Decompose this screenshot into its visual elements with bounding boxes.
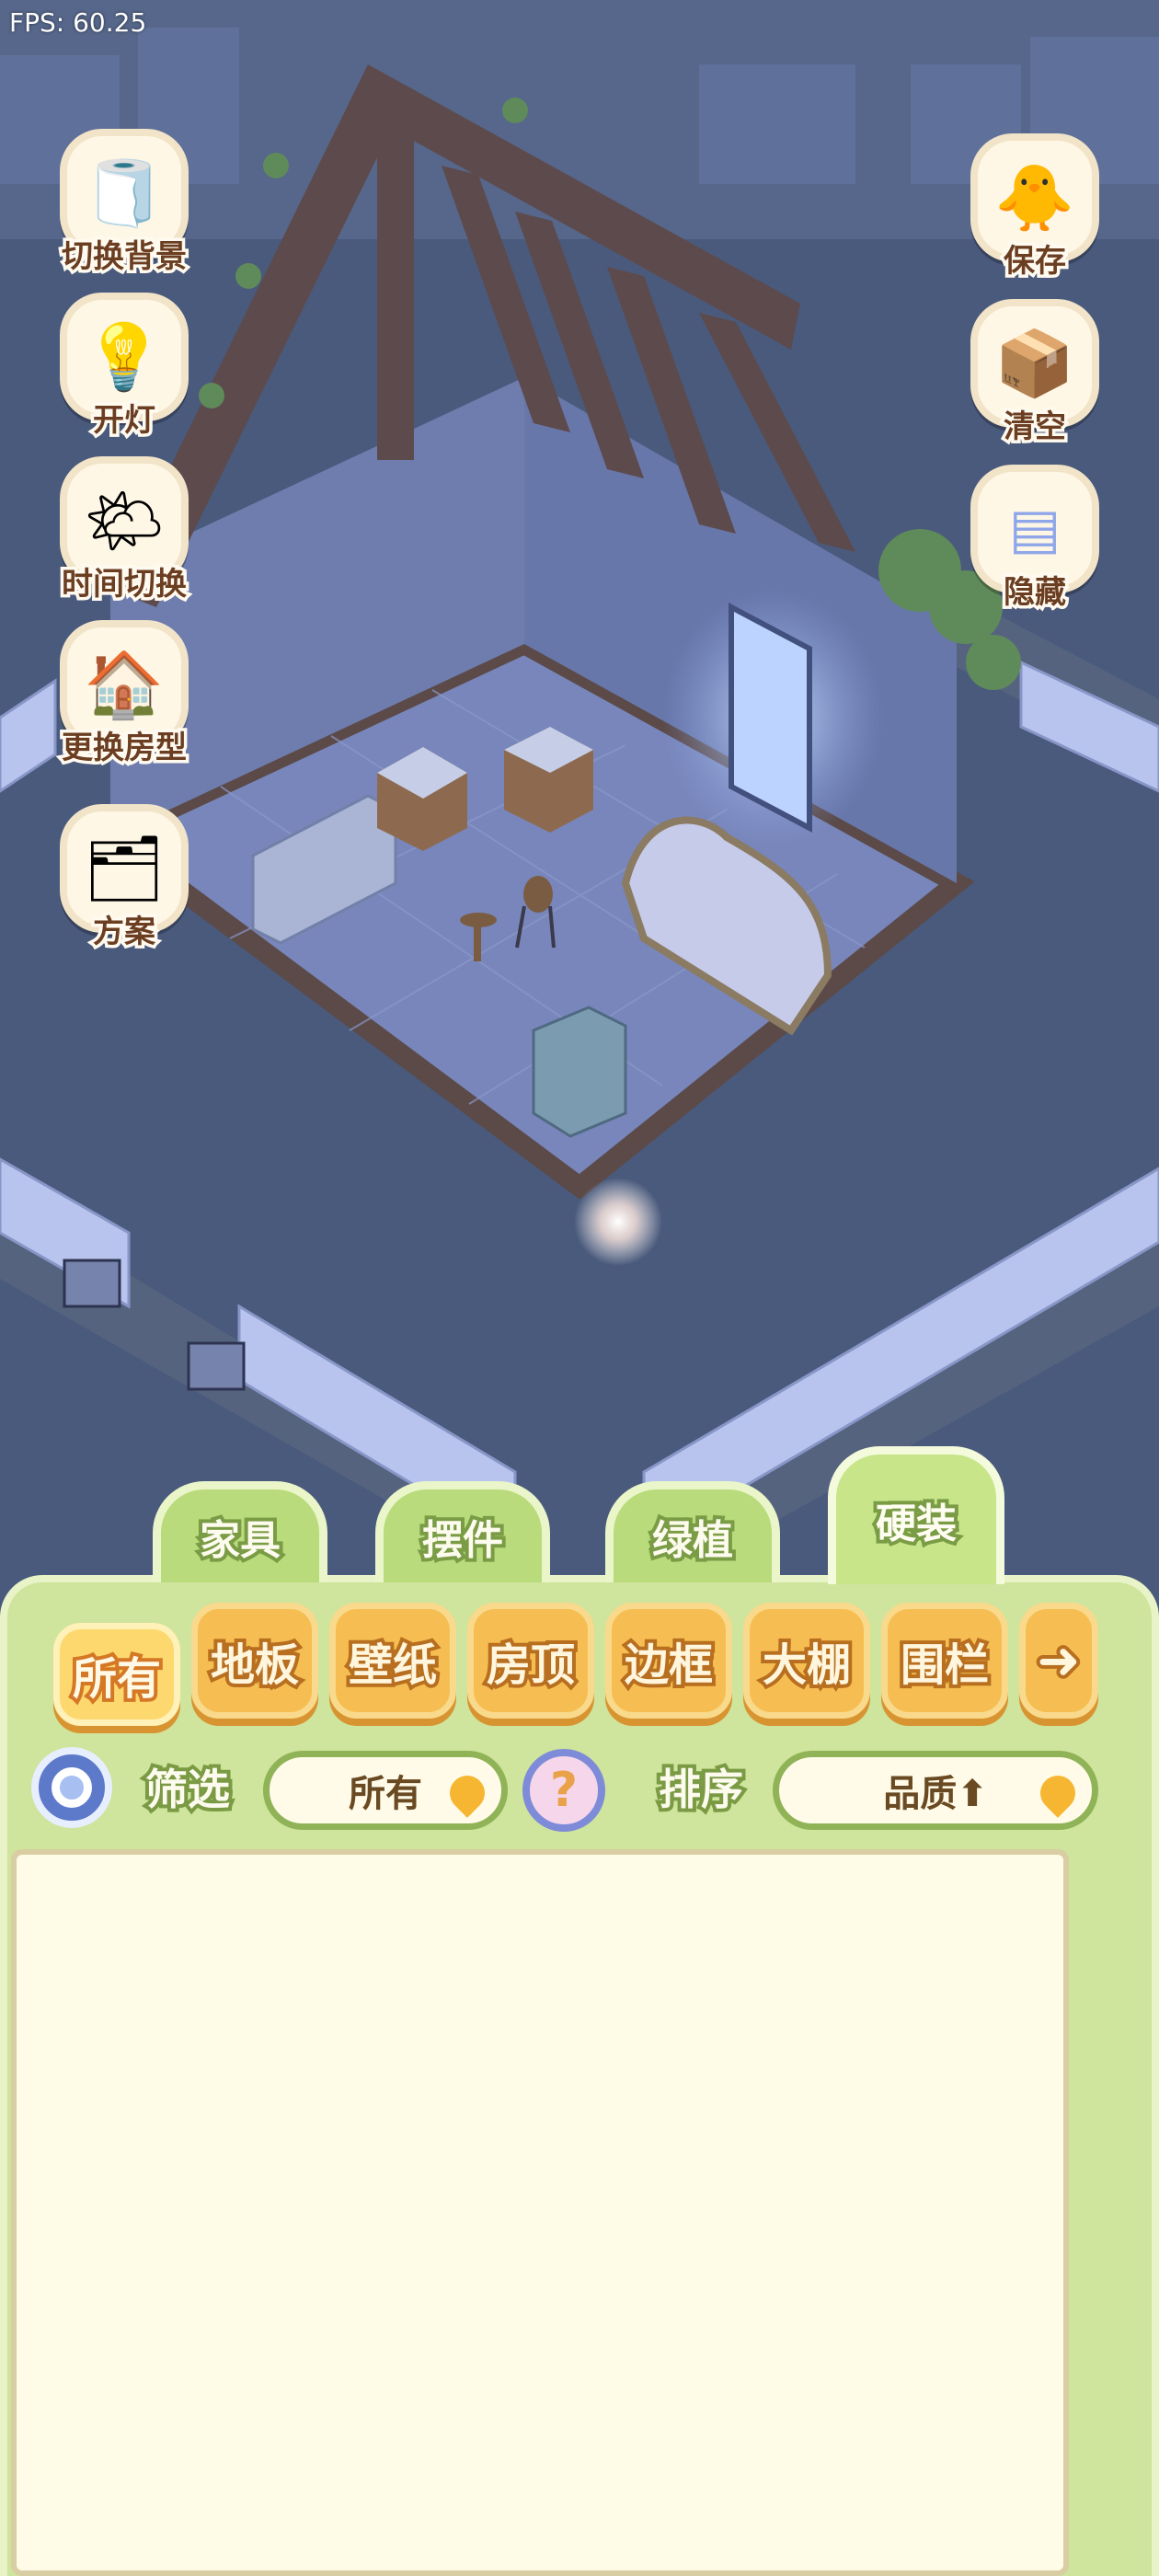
next-arrow-icon[interactable]: ➜ bbox=[1019, 1603, 1098, 1719]
subtab-wallpaper[interactable]: 壁纸 bbox=[329, 1603, 456, 1719]
subtab-floor[interactable]: 地板 bbox=[191, 1603, 318, 1719]
furniture-washer bbox=[532, 1006, 627, 1138]
dropdown-heart-icon bbox=[1033, 1768, 1083, 1818]
filter-dropdown[interactable]: 所有 bbox=[263, 1751, 508, 1830]
hide-button[interactable]: ▤ 隐藏 bbox=[957, 465, 1113, 615]
search-button[interactable] bbox=[31, 1747, 112, 1828]
item-list-area[interactable] bbox=[11, 1849, 1069, 2576]
filter-value: 所有 bbox=[349, 1773, 422, 1815]
sparkle-light[interactable] bbox=[574, 1178, 662, 1266]
search-icon bbox=[52, 1767, 92, 1808]
time-switch-label: 时间切换 bbox=[59, 563, 190, 606]
time-switch-button[interactable]: 🌤 时间切换 bbox=[46, 456, 202, 606]
subtab-all[interactable]: 所有 bbox=[53, 1623, 180, 1726]
plan-button[interactable]: 🗂 方案 bbox=[46, 804, 202, 954]
sort-value: 品质⬆ bbox=[883, 1773, 988, 1815]
toggle-light-button[interactable]: 💡 开灯 bbox=[46, 293, 202, 443]
switch-background-label: 切换背景 bbox=[59, 236, 190, 279]
filter-label: 筛选 bbox=[142, 1761, 234, 1818]
subtab-greenhouse[interactable]: 大棚 bbox=[743, 1603, 870, 1719]
switch-background-button[interactable]: 🧻 切换背景 bbox=[46, 129, 202, 279]
tab-plants[interactable]: 绿植 bbox=[605, 1481, 780, 1582]
filter-row: 筛选 所有 ? 排序 品质⬆ bbox=[31, 1743, 1135, 1835]
save-label: 保存 bbox=[1001, 240, 1070, 283]
change-house-type-button[interactable]: 🏠 更换房型 bbox=[46, 620, 202, 770]
subtab-fence[interactable]: 围栏 bbox=[881, 1603, 1008, 1719]
hide-label: 隐藏 bbox=[1001, 571, 1070, 615]
sort-dropdown[interactable]: 品质⬆ bbox=[773, 1751, 1098, 1830]
plan-label: 方案 bbox=[90, 911, 159, 954]
tab-ornaments[interactable]: 摆件 bbox=[375, 1481, 550, 1582]
tab-furniture[interactable]: 家具 bbox=[153, 1481, 327, 1582]
subtab-roof[interactable]: 房顶 bbox=[467, 1603, 594, 1719]
help-button[interactable]: ? bbox=[522, 1749, 605, 1832]
subtab-frame[interactable]: 边框 bbox=[605, 1603, 732, 1719]
clear-label: 清空 bbox=[1001, 406, 1070, 449]
tab-hard-decor[interactable]: 硬装 bbox=[828, 1446, 1004, 1584]
window bbox=[729, 603, 812, 833]
toggle-light-label: 开灯 bbox=[90, 399, 159, 443]
save-button[interactable]: 🐥 保存 bbox=[957, 133, 1113, 283]
clear-button[interactable]: 📦 清空 bbox=[957, 299, 1113, 449]
sort-label: 排序 bbox=[655, 1761, 747, 1818]
dropdown-heart-icon bbox=[442, 1768, 492, 1818]
fps-counter: FPS: 60.25 bbox=[9, 7, 147, 38]
change-house-type-label: 更换房型 bbox=[59, 727, 190, 770]
